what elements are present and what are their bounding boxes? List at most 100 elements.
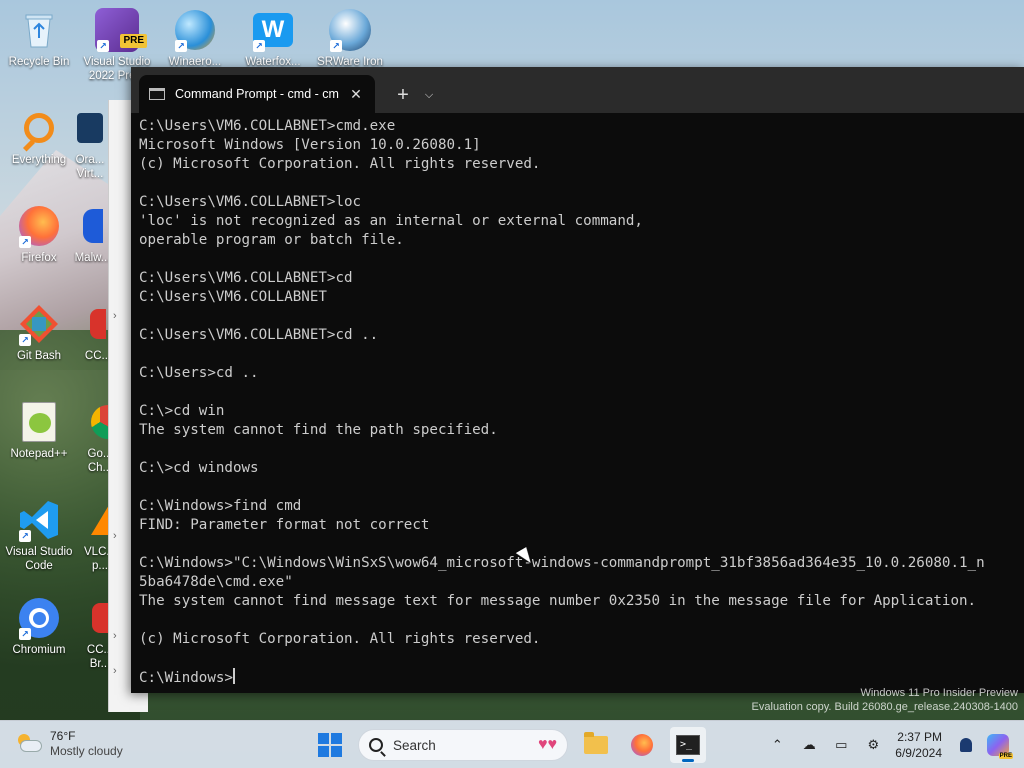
close-tab-icon[interactable]: ✕ bbox=[347, 86, 365, 103]
console-line: C:\Users\VM6.COLLABNET>cd .. bbox=[139, 327, 379, 343]
desktop-icon-waterfox[interactable]: W ↗ Waterfox... bbox=[237, 8, 309, 69]
chevron-up-icon[interactable]: ⌃ bbox=[761, 729, 793, 761]
text-cursor bbox=[232, 668, 235, 684]
winaero-icon: ↗ bbox=[173, 8, 217, 52]
cmd-icon bbox=[149, 88, 165, 100]
desktop-icon-firefox[interactable]: ↗ Firefox bbox=[3, 204, 75, 265]
desktop-icon-srware-iron[interactable]: ↗ SRWare Iron bbox=[314, 8, 386, 69]
watermark-build: Evaluation copy. Build 26080.ge_release.… bbox=[751, 701, 1018, 713]
desktop-icon-label: Git Bash bbox=[16, 350, 62, 362]
firefox-icon: ↗ bbox=[17, 204, 61, 248]
srware-iron-icon: ↗ bbox=[328, 8, 372, 52]
folder-icon bbox=[584, 732, 608, 754]
chevron-right-icon: › bbox=[113, 630, 117, 642]
terminal-window[interactable]: Command Prompt - cmd - cm ✕ + ⌵ C:\Users… bbox=[131, 67, 1024, 693]
console-line: C:\Users\VM6.COLLABNET>cmd.exe bbox=[139, 118, 396, 134]
desktop-icon-label: Recycle Bin bbox=[8, 56, 70, 68]
search-highlight-icon: ♥︎♥︎ bbox=[538, 736, 557, 753]
cloudy-weather-icon bbox=[16, 734, 44, 754]
waterfox-icon: W ↗ bbox=[251, 8, 295, 52]
shortcut-arrow-icon: ↗ bbox=[19, 628, 31, 640]
start-button[interactable] bbox=[312, 727, 348, 763]
network-icon[interactable]: ☁ bbox=[793, 729, 825, 761]
console-line: The system cannot find the path specifie… bbox=[139, 422, 498, 438]
new-tab-button[interactable]: + bbox=[389, 77, 417, 113]
everything-icon bbox=[17, 106, 61, 152]
chrome-icon bbox=[90, 400, 110, 444]
chevron-down-icon[interactable]: ⌵ bbox=[417, 77, 441, 113]
system-tray: ⌃ ☁ ▭ ⚙ 2:37 PM 6/9/2024 PRE bbox=[761, 721, 1024, 768]
firefox-icon bbox=[631, 734, 653, 756]
vscode-icon: ↗ bbox=[17, 498, 61, 542]
prompt-text: C:\Windows> bbox=[139, 670, 233, 686]
search-icon bbox=[369, 738, 383, 752]
tab-title: Command Prompt - cmd - cm bbox=[175, 87, 339, 101]
console-output[interactable]: C:\Users\VM6.COLLABNET>cmd.exe Microsoft … bbox=[131, 113, 1024, 693]
desktop-icon-vscode[interactable]: ↗ Visual Studio Code bbox=[3, 498, 75, 573]
weather-temperature: 76°F bbox=[50, 729, 76, 743]
console-line: C:\Users\VM6.COLLABNET>loc bbox=[139, 194, 362, 210]
shortcut-arrow-icon: ↗ bbox=[19, 334, 31, 346]
notepadpp-icon bbox=[17, 400, 61, 444]
console-line: C:\Windows>"C:\Windows\WinSxS\wow64_micr… bbox=[139, 555, 985, 571]
notification-bell-icon[interactable] bbox=[950, 729, 982, 761]
shortcut-arrow-icon: ↗ bbox=[19, 236, 31, 248]
weather-widget[interactable]: 76°F Mostly cloudy bbox=[16, 729, 123, 759]
search-box[interactable]: Search ♥︎♥︎ bbox=[358, 729, 568, 761]
console-prompt[interactable]: C:\Windows> bbox=[139, 668, 1016, 687]
shortcut-arrow-icon: ↗ bbox=[253, 40, 265, 52]
console-line: Microsoft Windows [Version 10.0.26080.1] bbox=[139, 137, 481, 153]
console-line: The system cannot find message text for … bbox=[139, 593, 977, 609]
console-line: C:\Users>cd .. bbox=[139, 365, 259, 381]
console-line: C:\>cd windows bbox=[139, 460, 259, 476]
console-line: 'loc' is not recognized as an internal o… bbox=[139, 213, 643, 229]
shortcut-arrow-icon: ↗ bbox=[19, 530, 31, 542]
pre-badge: PRE bbox=[120, 34, 147, 48]
console-line: operable program or batch file. bbox=[139, 232, 404, 248]
terminal-tab[interactable]: Command Prompt - cmd - cm ✕ bbox=[139, 75, 375, 113]
clock[interactable]: 2:37 PM 6/9/2024 bbox=[895, 729, 942, 761]
windows-watermark: Windows 11 Pro Insider Preview Evaluatio… bbox=[752, 686, 1018, 714]
desktop-icon-label: Chromium bbox=[12, 644, 66, 656]
display-icon[interactable]: ▭ bbox=[825, 729, 857, 761]
chevron-right-icon: › bbox=[113, 530, 117, 542]
copilot-icon: PRE bbox=[987, 734, 1013, 759]
weather-condition: Mostly cloudy bbox=[50, 744, 123, 758]
taskbar-firefox[interactable] bbox=[624, 727, 660, 763]
search-placeholder: Search bbox=[393, 737, 436, 753]
taskbar: 76°F Mostly cloudy Search ♥︎♥︎ >_ ⌃ ☁ ▭ … bbox=[0, 720, 1024, 768]
desktop-icon-winaero[interactable]: ↗ Winaero... bbox=[159, 8, 231, 69]
ccleaner-icon bbox=[88, 302, 108, 346]
console-line: (c) Microsoft Corporation. All rights re… bbox=[139, 631, 541, 647]
copilot-pre-badge: PRE bbox=[998, 753, 1013, 759]
settings-icon[interactable]: ⚙ bbox=[857, 729, 889, 761]
desktop-icon-git-bash[interactable]: ↗ Git Bash bbox=[3, 302, 75, 363]
desktop-icon-recycle-bin[interactable]: Recycle Bin bbox=[3, 8, 75, 69]
desktop-icon-chromium[interactable]: ↗ Chromium bbox=[3, 596, 75, 657]
shortcut-arrow-icon: ↗ bbox=[175, 40, 187, 52]
vlc-icon bbox=[90, 498, 110, 542]
console-line: C:\Users\VM6.COLLABNET>cd bbox=[139, 270, 353, 286]
copilot-button[interactable]: PRE bbox=[982, 729, 1014, 761]
virtualbox-icon bbox=[75, 106, 105, 150]
console-line: C:\>cd win bbox=[139, 403, 225, 419]
shortcut-arrow-icon: ↗ bbox=[97, 40, 109, 52]
chromium-icon: ↗ bbox=[17, 596, 61, 640]
chevron-right-icon: › bbox=[113, 665, 117, 677]
taskbar-terminal[interactable]: >_ bbox=[670, 727, 706, 763]
desktop-icon-notepadpp[interactable]: Notepad++ bbox=[3, 400, 75, 461]
chevron-right-icon: › bbox=[113, 310, 117, 322]
terminal-titlebar[interactable]: Command Prompt - cmd - cm ✕ + ⌵ bbox=[131, 67, 1024, 113]
console-line: 5ba6478de\cmd.exe" bbox=[139, 574, 293, 590]
taskbar-file-explorer[interactable] bbox=[578, 727, 614, 763]
desktop-icon-label: Notepad++ bbox=[10, 448, 68, 460]
git-bash-icon: ↗ bbox=[17, 302, 61, 346]
